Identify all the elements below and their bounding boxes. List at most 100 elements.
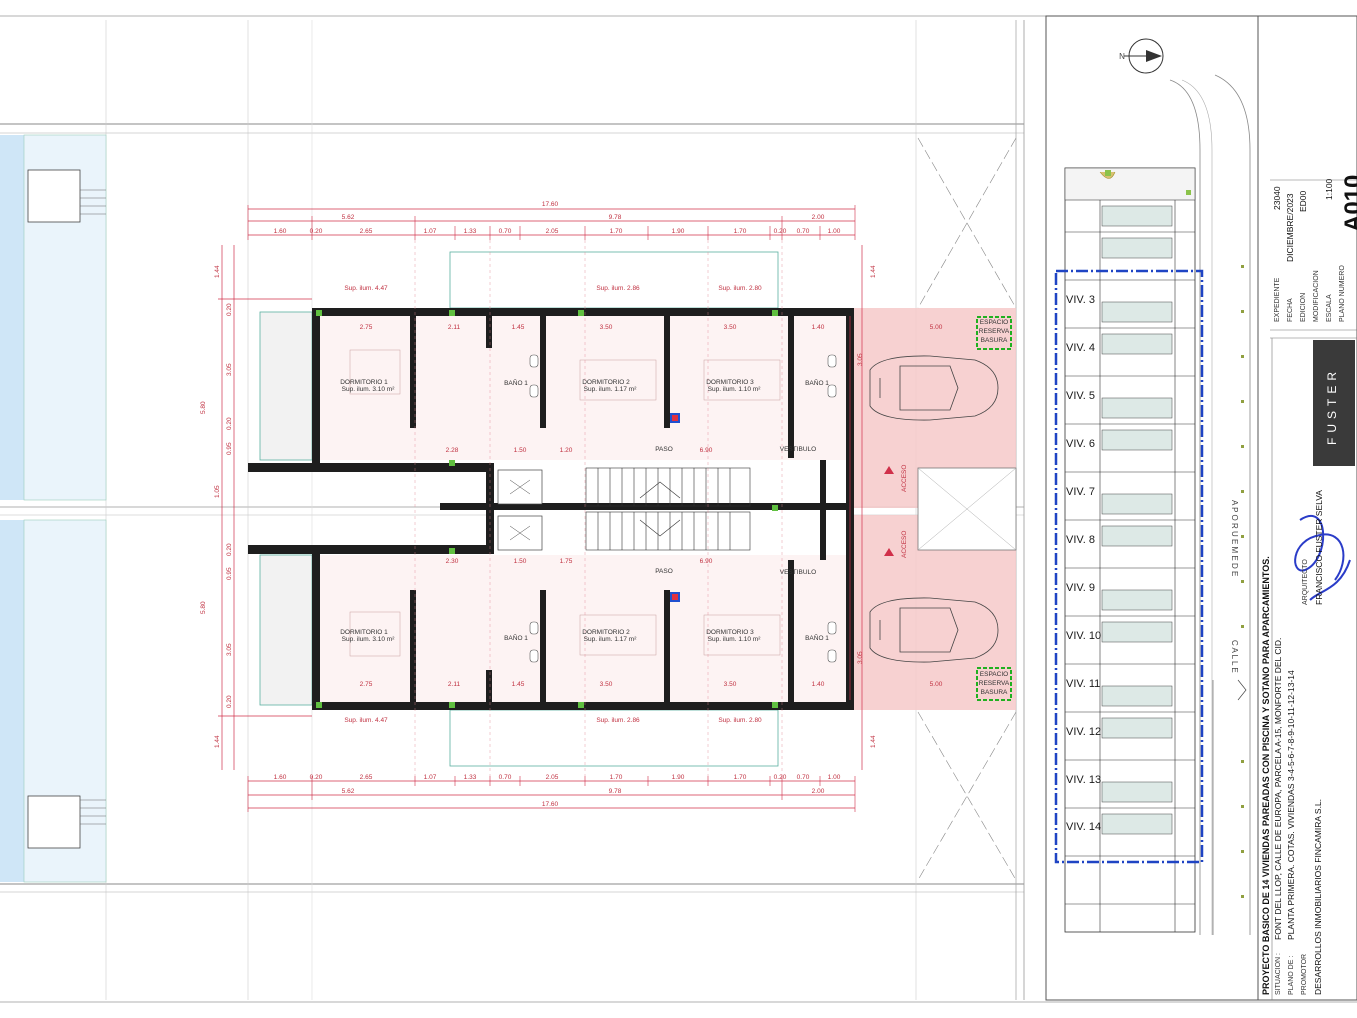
expediente-value: 23040 — [1272, 186, 1282, 210]
svg-text:0.20: 0.20 — [226, 417, 233, 430]
bin-label-1: ESPACIO — [980, 671, 1008, 678]
svg-text:1.05: 1.05 — [214, 485, 221, 498]
unit-label: VIV. 4 — [1066, 342, 1095, 354]
svg-text:3.05: 3.05 — [226, 363, 233, 376]
svg-text:1.90: 1.90 — [672, 228, 685, 235]
svg-text:0.20: 0.20 — [774, 774, 787, 781]
svg-text:2.11: 2.11 — [448, 681, 461, 688]
dim-bottom-sub: 9.78 — [609, 788, 622, 795]
svg-text:3.50: 3.50 — [724, 324, 737, 331]
room-area: Sup. ilum. 1.17 m² — [584, 386, 638, 393]
svg-text:6.90: 6.90 — [700, 558, 713, 565]
sup-ilum-label: Sup. ilum. 2.80 — [718, 285, 762, 292]
street-name-upper: A P O R U E M E D E — [1230, 500, 1239, 576]
room-name: DORMITORIO 1 — [340, 379, 388, 386]
svg-text:3.50: 3.50 — [724, 681, 737, 688]
svg-text:5.80: 5.80 — [200, 601, 207, 614]
svg-text:0.20: 0.20 — [310, 774, 323, 781]
svg-text:2.75: 2.75 — [360, 681, 373, 688]
street-name-lower: C A L L E — [1230, 640, 1239, 673]
situacion-label: SITUACION : — [1275, 952, 1282, 995]
dim-top-sub: 5.62 — [342, 214, 355, 221]
bin-label-2: RESERVA — [979, 328, 1010, 335]
fecha-value: DICIEMBRE/2023 — [1285, 193, 1295, 263]
svg-text:1.70: 1.70 — [610, 228, 623, 235]
plano-numero-label: PLANO NUMERO — [1339, 265, 1346, 322]
svg-text:0.70: 0.70 — [499, 774, 512, 781]
dim-top-sub: 2.00 — [812, 214, 825, 221]
svg-text:2.75: 2.75 — [360, 324, 373, 331]
sup-ilum-label: Sup. ilum. 2.86 — [596, 717, 640, 724]
vestibulo-label: VESTIBULO — [780, 569, 816, 576]
svg-text:3.50: 3.50 — [600, 324, 613, 331]
room-name: DORMITORIO 3 — [706, 629, 754, 636]
svg-text:5.80: 5.80 — [200, 401, 207, 414]
unit-label: VIV. 13 — [1066, 774, 1101, 786]
svg-text:1.07: 1.07 — [424, 774, 437, 781]
room-area: Sup. ilum. 3.10 m² — [342, 636, 396, 643]
unit-label: VIV. 7 — [1066, 486, 1095, 498]
svg-text:3.05: 3.05 — [857, 353, 864, 366]
svg-text:3.05: 3.05 — [226, 643, 233, 656]
dim-bottom-sub: 5.62 — [342, 788, 355, 795]
promotor-label: PROMOTOR — [1301, 953, 1308, 995]
sup-ilum-label: Sup. ilum. 4.47 — [344, 717, 388, 724]
pool-upper — [0, 135, 24, 500]
svg-text:0.70: 0.70 — [797, 774, 810, 781]
escala-value: 1:100 — [1324, 178, 1334, 200]
promotor-value: DESARROLLOS INMOBILIARIOS FINCAMIRA S.L. — [1313, 798, 1323, 995]
access-label: ACCESO — [901, 465, 908, 492]
room-name: DORMITORIO 3 — [706, 379, 754, 386]
svg-text:1.45: 1.45 — [512, 324, 525, 331]
svg-text:5.00: 5.00 — [930, 324, 943, 331]
svg-text:0.95: 0.95 — [226, 442, 233, 455]
svg-text:1.44: 1.44 — [870, 735, 877, 748]
svg-text:1.40: 1.40 — [812, 681, 825, 688]
modificacion-label: MODIFICACION — [1313, 270, 1320, 322]
svg-text:2.65: 2.65 — [360, 228, 373, 235]
room-area: Sup. ilum. 1.10 m² — [708, 636, 762, 643]
svg-text:1.70: 1.70 — [610, 774, 623, 781]
svg-text:1.07: 1.07 — [424, 228, 437, 235]
bin-label-1: ESPACIO — [980, 319, 1008, 326]
svg-text:0.20: 0.20 — [226, 303, 233, 316]
escala-label: ESCALA — [1326, 294, 1333, 322]
svg-text:1.70: 1.70 — [734, 774, 747, 781]
svg-text:1.00: 1.00 — [828, 774, 841, 781]
svg-text:1.44: 1.44 — [214, 265, 221, 278]
room-area: Sup. ilum. 1.10 m² — [708, 386, 762, 393]
paso-label: PASO — [655, 568, 673, 575]
arquitecto-label: ARQUITECTO — [1302, 559, 1309, 605]
pool-lower — [0, 520, 24, 882]
situacion-value: FONT DEL LLOP, CALLE DE EUROPA, PARCELA … — [1273, 637, 1283, 940]
svg-text:1.70: 1.70 — [734, 228, 747, 235]
svg-text:1.90: 1.90 — [672, 774, 685, 781]
sup-ilum-label: Sup. ilum. 2.86 — [596, 285, 640, 292]
fecha-label: FECHA — [1287, 298, 1294, 322]
plano-numero-value: A010 — [1340, 174, 1357, 232]
svg-text:1.33: 1.33 — [464, 228, 477, 235]
svg-text:0.20: 0.20 — [774, 228, 787, 235]
svg-text:6.90: 6.90 — [700, 447, 713, 454]
paso-label: PASO — [655, 446, 673, 453]
svg-text:0.20: 0.20 — [226, 543, 233, 556]
sup-ilum-label: Sup. ilum. 4.47 — [344, 285, 388, 292]
room-area: Sup. ilum. 1.17 m² — [584, 636, 638, 643]
unit-label: VIV. 12 — [1066, 726, 1101, 738]
logo-text: FUSTER — [1325, 367, 1339, 445]
unit-label: VIV. 9 — [1066, 582, 1095, 594]
svg-text:2.65: 2.65 — [360, 774, 373, 781]
north-label: N — [1119, 52, 1125, 61]
svg-text:2.05: 2.05 — [546, 774, 559, 781]
bin-label-2: RESERVA — [979, 680, 1010, 687]
floor-plan-sheet: ESPACIO RESERVA BASURA ESPACIO RESERVA B… — [0, 0, 1357, 1018]
svg-text:1.50: 1.50 — [514, 447, 527, 454]
svg-text:1.45: 1.45 — [512, 681, 525, 688]
svg-text:0.20: 0.20 — [310, 228, 323, 235]
unit-label: VIV. 3 — [1066, 294, 1095, 306]
svg-text:5.00: 5.00 — [930, 681, 943, 688]
dim-bottom-sub: 2.00 — [812, 788, 825, 795]
svg-text:2.11: 2.11 — [448, 324, 461, 331]
room-name: DORMITORIO 1 — [340, 629, 388, 636]
svg-text:1.40: 1.40 — [812, 324, 825, 331]
